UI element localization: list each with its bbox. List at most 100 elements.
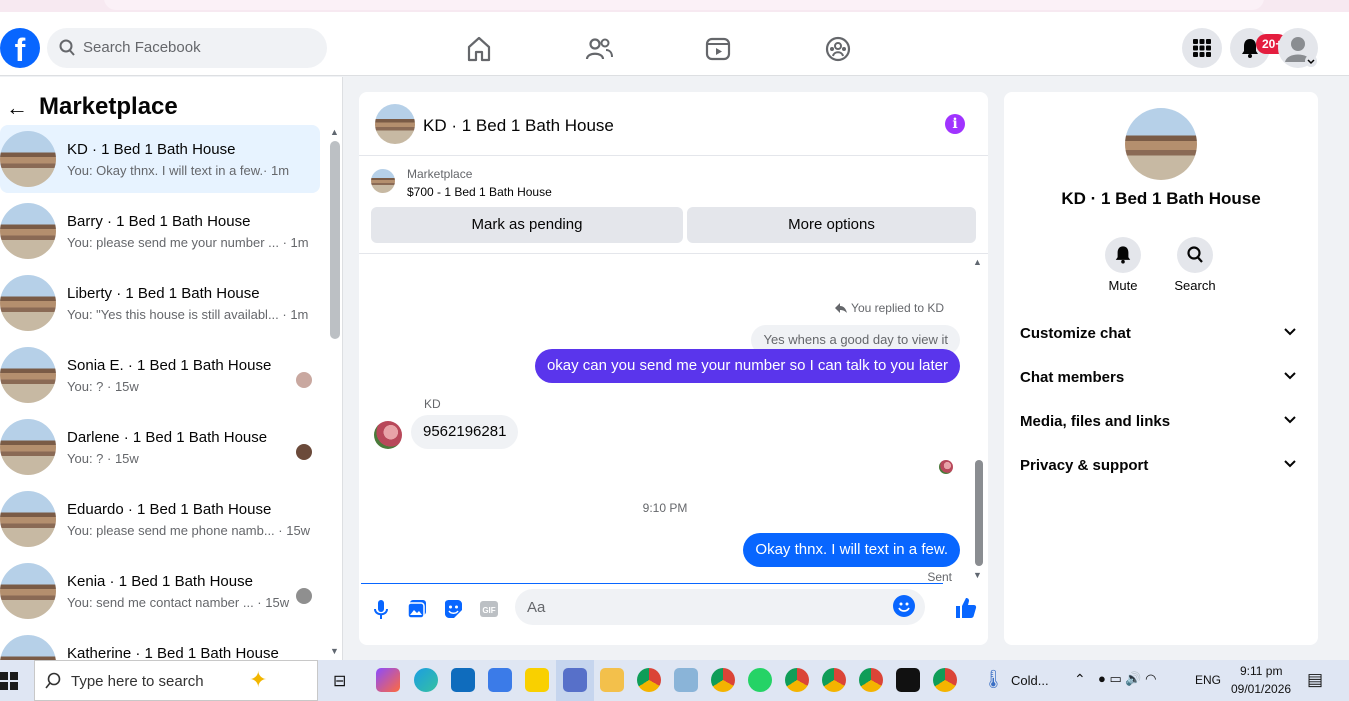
photo-icon[interactable] — [406, 598, 428, 620]
thread-snippet: You: send me contact namber ... · 15w — [67, 595, 290, 610]
video-icon[interactable] — [703, 34, 733, 64]
search-icon — [45, 672, 61, 689]
thread-list-item[interactable]: Barry · 1 Bed 1 Bath House You: please se… — [0, 197, 320, 265]
thread-avatar — [0, 635, 56, 660]
search-conversation-button[interactable] — [1177, 237, 1213, 273]
weather-text[interactable]: Cold... — [1011, 673, 1049, 688]
thread-snippet: You: please send me phone namb... · 15w — [67, 523, 311, 538]
notification-center-icon[interactable]: ▤ — [1307, 670, 1323, 690]
tray-icons[interactable]: ● ▭ 🔊 ◠ — [1098, 671, 1157, 687]
sender-name: KD — [424, 397, 441, 411]
sticky-notes-icon[interactable] — [525, 668, 549, 692]
scroll-down-arrow[interactable]: ▼ — [330, 646, 339, 656]
incoming-message[interactable]: 9562196281 — [411, 415, 519, 449]
privacy-support-row[interactable]: Privacy & support — [1020, 451, 1302, 481]
like-thumb-icon[interactable] — [954, 596, 978, 620]
snipping-tool-icon[interactable] — [563, 668, 587, 692]
thread-list-item[interactable]: Darlene · 1 Bed 1 Bath House You: ? · 15w — [0, 413, 320, 481]
conversation-title[interactable]: KD · 1 Bed 1 Bath House — [423, 116, 614, 136]
sticker-icon[interactable] — [442, 598, 464, 620]
conversation-large-avatar[interactable] — [1125, 108, 1197, 180]
facebook-logo-icon[interactable]: f — [0, 28, 40, 68]
thread-name: Kenia · 1 Bed 1 Bath House — [67, 573, 253, 590]
copilot-icon[interactable] — [376, 668, 400, 692]
chat-scrollbar[interactable] — [975, 460, 983, 566]
notepad-icon[interactable] — [674, 668, 698, 692]
listing-thumbnail[interactable] — [371, 169, 395, 193]
media-files-links-row[interactable]: Media, files and links — [1020, 407, 1302, 437]
chrome-profile-icon[interactable] — [859, 668, 883, 692]
thread-avatar — [0, 275, 56, 331]
address-bar[interactable] — [104, 0, 1264, 10]
thread-list-item[interactable]: Katherine · 1 Bed 1 Bath House — [0, 629, 320, 660]
customize-chat-row[interactable]: Customize chat — [1020, 319, 1302, 349]
thread-name: Barry · 1 Bed 1 Bath House — [67, 213, 251, 230]
chevron-down-icon — [1284, 328, 1296, 336]
language-indicator[interactable]: ENG — [1195, 673, 1221, 687]
chat-members-row[interactable]: Chat members — [1020, 363, 1302, 393]
listing-title[interactable]: $700 - 1 Bed 1 Bath House — [407, 185, 552, 199]
section-label: Privacy & support — [1020, 457, 1149, 474]
gif-icon[interactable]: GIF — [478, 598, 500, 620]
more-options-button[interactable]: More options — [687, 207, 976, 243]
divider — [359, 253, 988, 254]
time-separator: 9:10 PM — [642, 501, 688, 515]
scroll-up-arrow[interactable]: ▲ — [330, 127, 339, 137]
top-navigation-bar: f Search Facebook 20+ — [0, 12, 1349, 76]
capcut-icon[interactable] — [896, 668, 920, 692]
thread-list-item[interactable]: Kenia · 1 Bed 1 Bath House You: send me c… — [0, 557, 320, 625]
home-icon[interactable] — [464, 34, 494, 64]
chevron-up-icon[interactable]: ⌃ — [1074, 671, 1086, 688]
scroll-up-arrow[interactable]: ▲ — [973, 257, 982, 267]
mute-button[interactable] — [1105, 237, 1141, 273]
thread-avatar — [0, 203, 56, 259]
thread-list-item[interactable]: Sonia E. · 1 Bed 1 Bath House You: ? · 15… — [0, 341, 320, 409]
thread-avatar — [0, 347, 56, 403]
outlook-icon[interactable] — [451, 668, 475, 692]
info-icon[interactable]: i — [945, 114, 965, 134]
groups-icon[interactable] — [823, 34, 853, 64]
thread-list-item[interactable]: KD · 1 Bed 1 Bath House You: Okay thnx. I… — [0, 125, 320, 193]
outgoing-message[interactable]: okay can you send me your number so I ca… — [534, 349, 960, 383]
chrome-profile-icon[interactable] — [933, 668, 957, 692]
conversation-avatar[interactable] — [375, 104, 415, 144]
emoji-icon[interactable] — [893, 595, 915, 617]
search-facebook-input[interactable]: Search Facebook — [47, 28, 327, 68]
chrome-icon[interactable] — [637, 668, 661, 692]
smiley-face-icon — [898, 602, 910, 612]
thread-snippet: You: "Yes this house is still availabl..… — [67, 307, 309, 322]
message-composer: GIF Aa — [359, 584, 988, 645]
back-arrow-icon[interactable]: ← — [6, 95, 28, 121]
thread-list-item[interactable]: Liberty · 1 Bed 1 Bath House You: "Yes th… — [0, 269, 320, 337]
chrome-profile-icon[interactable] — [822, 668, 846, 692]
account-avatar[interactable] — [1278, 28, 1318, 68]
seen-by-avatar — [296, 372, 312, 388]
edge-icon[interactable] — [414, 668, 438, 692]
store-icon[interactable] — [488, 668, 512, 692]
microphone-icon[interactable] — [370, 598, 392, 620]
seen-by-avatar — [296, 444, 312, 460]
thread-list-item[interactable]: Eduardo · 1 Bed 1 Bath House You: please … — [0, 485, 320, 553]
scroll-down-arrow[interactable]: ▼ — [973, 570, 982, 580]
chrome-profile-icon[interactable] — [785, 668, 809, 692]
section-label: Media, files and links — [1020, 413, 1171, 430]
message-input[interactable]: Aa — [515, 589, 925, 625]
sender-avatar[interactable] — [374, 421, 402, 449]
chrome-profile-icon[interactable] — [711, 668, 735, 692]
clock-date[interactable]: 09/01/2026 — [1231, 682, 1291, 696]
friends-icon[interactable] — [584, 34, 614, 64]
taskbar-search-box[interactable]: Type here to search ✦ — [34, 660, 318, 701]
thread-name: Sonia E. · 1 Bed 1 Bath House — [67, 357, 272, 374]
thread-snippet: You: Okay thnx. I will text in a few.· 1… — [67, 163, 290, 178]
outgoing-message[interactable]: Okay thnx. I will text in a few. — [743, 533, 960, 567]
clock-time[interactable]: 9:11 pm — [1240, 664, 1282, 678]
chevron-down-icon — [1305, 55, 1317, 67]
sidebar-scrollbar[interactable] — [330, 141, 340, 339]
menu-button[interactable] — [1182, 28, 1222, 68]
whatsapp-icon[interactable] — [748, 668, 772, 692]
chevron-down-icon — [1284, 460, 1296, 468]
task-view-icon[interactable]: ⊟ — [333, 671, 346, 691]
file-explorer-icon[interactable] — [600, 668, 624, 692]
windows-start-icon[interactable] — [0, 672, 18, 690]
mark-as-pending-button[interactable]: Mark as pending — [371, 207, 683, 243]
